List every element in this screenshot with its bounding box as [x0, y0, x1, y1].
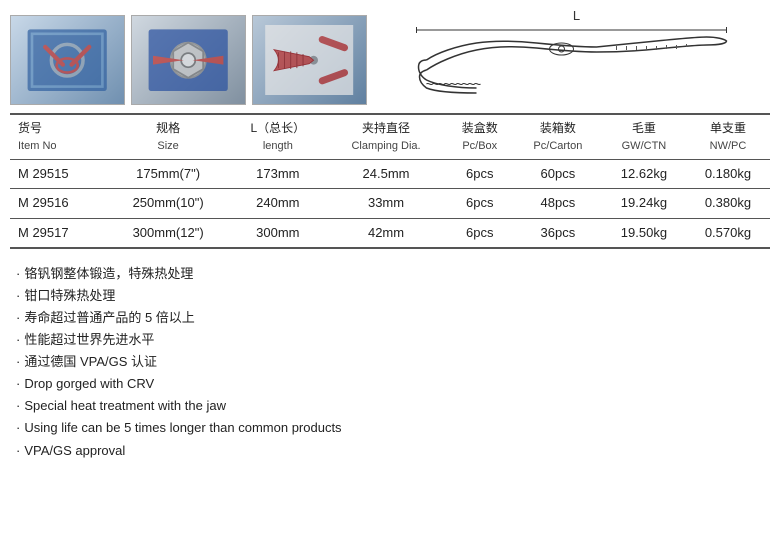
th-pc-carton: 装箱数 Pc/Carton	[514, 114, 602, 160]
th-length: L（总长） length	[229, 114, 326, 160]
table-cell: 48pcs	[514, 189, 602, 218]
feature-item: ·寿命超过普通产品的 5 倍以上	[16, 307, 770, 329]
feature-text: Special heat treatment with the jaw	[24, 395, 226, 417]
product-photo-1	[10, 15, 125, 105]
table-header-row: 货号 Item No 规格 Size L（总长） length 夹持直径 Cla…	[10, 114, 770, 160]
bullet: ·	[16, 395, 20, 417]
table-cell: 300mm(12")	[107, 218, 229, 248]
line-drawing-svg	[383, 25, 770, 105]
table-cell: 33mm	[326, 189, 445, 218]
table-body: M 29515175mm(7")173mm24.5mm6pcs60pcs12.6…	[10, 160, 770, 248]
bullet: ·	[16, 373, 20, 395]
feature-item: ·VPA/GS approval	[16, 440, 770, 462]
table-row: M 29515175mm(7")173mm24.5mm6pcs60pcs12.6…	[10, 160, 770, 189]
feature-item: ·钳口特殊热处理	[16, 285, 770, 307]
feature-item: ·Using life can be 5 times longer than c…	[16, 417, 770, 439]
bullet: ·	[16, 285, 20, 307]
table-cell: 0.570kg	[686, 218, 770, 248]
table-cell: M 29516	[10, 189, 107, 218]
line-drawing-container: L	[373, 8, 770, 105]
table-cell: 42mm	[326, 218, 445, 248]
table-row: M 29516250mm(10")240mm33mm6pcs48pcs19.24…	[10, 189, 770, 218]
bullet: ·	[16, 307, 20, 329]
product-table: 货号 Item No 规格 Size L（总长） length 夹持直径 Cla…	[10, 113, 770, 249]
table-row: M 29517300mm(12")300mm42mm6pcs36pcs19.50…	[10, 218, 770, 248]
feature-item: ·性能超过世界先进水平	[16, 329, 770, 351]
bullet: ·	[16, 440, 20, 462]
table-cell: 173mm	[229, 160, 326, 189]
bullet: ·	[16, 417, 20, 439]
table-cell: 300mm	[229, 218, 326, 248]
th-item-no: 货号 Item No	[10, 114, 107, 160]
th-size: 规格 Size	[107, 114, 229, 160]
th-pc-box: 装盒数 Pc/Box	[446, 114, 514, 160]
table-cell: 36pcs	[514, 218, 602, 248]
images-row: L	[10, 8, 770, 105]
feature-text: Using life can be 5 times longer than co…	[24, 417, 341, 439]
th-gw: 毛重 GW/CTN	[602, 114, 686, 160]
table-cell: M 29515	[10, 160, 107, 189]
table-cell: M 29517	[10, 218, 107, 248]
table-cell: 0.180kg	[686, 160, 770, 189]
table-cell: 250mm(10")	[107, 189, 229, 218]
table-cell: 19.50kg	[602, 218, 686, 248]
feature-text: 性能超过世界先进水平	[24, 329, 154, 351]
feature-text: 铬钒钢整体锻造，特殊热处理	[24, 263, 193, 285]
feature-text: Drop gorged with CRV	[24, 373, 154, 395]
feature-text: 钳口特殊热处理	[24, 285, 115, 307]
table-cell: 240mm	[229, 189, 326, 218]
line-drawing-label: L	[573, 8, 580, 23]
table-cell: 6pcs	[446, 160, 514, 189]
feature-text: 通过德国 VPA/GS 认证	[24, 351, 157, 373]
table-cell: 6pcs	[446, 218, 514, 248]
product-photo-3	[252, 15, 367, 105]
bullet: ·	[16, 329, 20, 351]
bullet: ·	[16, 263, 20, 285]
page-wrapper: L	[0, 0, 780, 558]
th-nw: 单支重 NW/PC	[686, 114, 770, 160]
table-cell: 0.380kg	[686, 189, 770, 218]
feature-item: ·Special heat treatment with the jaw	[16, 395, 770, 417]
feature-text: 寿命超过普通产品的 5 倍以上	[24, 307, 194, 329]
th-clamping: 夹持直径 Clamping Dia.	[326, 114, 445, 160]
table-cell: 24.5mm	[326, 160, 445, 189]
feature-item: ·Drop gorged with CRV	[16, 373, 770, 395]
feature-item: ·通过德国 VPA/GS 认证	[16, 351, 770, 373]
table-cell: 175mm(7")	[107, 160, 229, 189]
bullet: ·	[16, 351, 20, 373]
product-photo-2	[131, 15, 246, 105]
table-cell: 12.62kg	[602, 160, 686, 189]
table-cell: 6pcs	[446, 189, 514, 218]
table-cell: 60pcs	[514, 160, 602, 189]
feature-item: ·铬钒钢整体锻造，特殊热处理	[16, 263, 770, 285]
feature-text: VPA/GS approval	[24, 440, 125, 462]
features-section: ·铬钒钢整体锻造，特殊热处理·钳口特殊热处理·寿命超过普通产品的 5 倍以上·性…	[10, 259, 770, 462]
table-cell: 19.24kg	[602, 189, 686, 218]
